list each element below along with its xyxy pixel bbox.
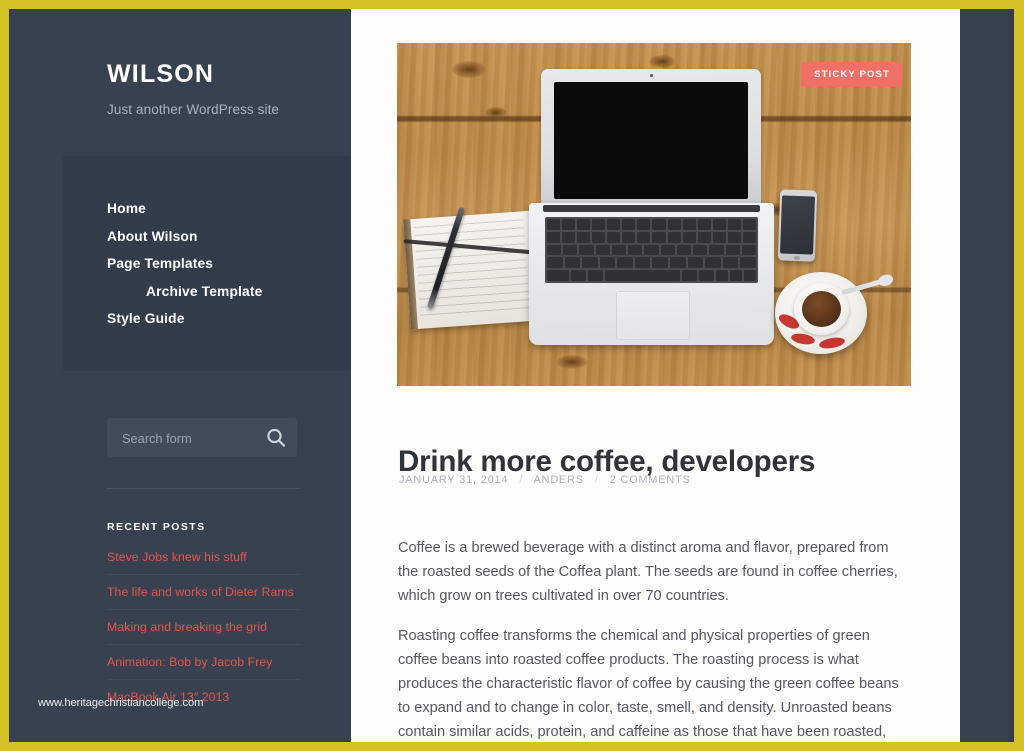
coffee-saucer bbox=[775, 272, 887, 354]
site-title[interactable]: WILSON bbox=[107, 60, 214, 89]
laptop-base bbox=[529, 203, 774, 345]
post-paragraph: Coffee is a brewed beverage with a disti… bbox=[398, 539, 898, 604]
nav-item-archive-template[interactable]: Archive Template bbox=[107, 284, 262, 299]
frame-border-top bbox=[0, 0, 1024, 9]
watermark-text: www.heritagechristiancollege.com bbox=[38, 697, 204, 709]
post-paragraph: Roasting coffee transforms the chemical … bbox=[398, 627, 899, 751]
frame-border-left bbox=[0, 0, 9, 751]
laptop-hinge bbox=[543, 205, 760, 212]
smartphone-screen bbox=[780, 195, 816, 255]
wood-knot-icon bbox=[557, 355, 587, 369]
laptop-lid bbox=[541, 69, 761, 206]
main-content: STICKY POST Drink more coffee, developer… bbox=[351, 5, 960, 751]
list-item[interactable]: Making and breaking the grid bbox=[107, 609, 300, 644]
wood-knot-icon bbox=[485, 107, 507, 118]
recent-posts-heading: RECENT POSTS bbox=[107, 521, 206, 533]
nav-item-home[interactable]: Home bbox=[107, 201, 262, 216]
keyboard-row bbox=[547, 219, 756, 230]
nav-item-style-guide[interactable]: Style Guide bbox=[107, 311, 262, 326]
meta-separator: / bbox=[519, 474, 524, 486]
keyboard-row bbox=[547, 270, 756, 281]
recent-posts-list: Steve Jobs knew his stuff The life and w… bbox=[107, 550, 300, 714]
search-submit-button[interactable] bbox=[265, 426, 289, 450]
search-form bbox=[107, 418, 297, 459]
post-meta: JANUARY 31, 2014 / ANDERS / 2 COMMENTS bbox=[399, 474, 691, 486]
laptop-trackpad bbox=[615, 291, 690, 340]
wood-knot-icon bbox=[649, 55, 675, 68]
meta-separator: / bbox=[594, 474, 599, 486]
notebook-object bbox=[403, 210, 541, 330]
laptop-keyboard bbox=[545, 217, 758, 283]
browser-viewport: WILSON Just another WordPress site Home … bbox=[0, 0, 1024, 751]
nav-item-about-wilson[interactable]: About Wilson bbox=[107, 229, 262, 244]
wood-knot-icon bbox=[452, 61, 486, 78]
post-comments-link[interactable]: 2 COMMENTS bbox=[610, 474, 691, 486]
coffee-liquid bbox=[802, 291, 841, 327]
site-description: Just another WordPress site bbox=[107, 102, 280, 117]
status-badge[interactable]: STICKY POST bbox=[801, 62, 902, 87]
list-item[interactable]: The life and works of Dieter Rams bbox=[107, 574, 300, 609]
nav-item-page-templates[interactable]: Page Templates bbox=[107, 256, 262, 271]
keyboard-row bbox=[547, 244, 756, 256]
right-gutter bbox=[960, 5, 1014, 746]
smartphone-object bbox=[777, 189, 818, 262]
site-sidebar: WILSON Just another WordPress site Home … bbox=[9, 5, 351, 746]
post-author[interactable]: ANDERS bbox=[534, 474, 584, 486]
smartphone-home-button bbox=[793, 255, 800, 261]
webcam-icon bbox=[649, 74, 653, 77]
laptop-screen bbox=[554, 82, 748, 199]
frame-border-right bbox=[1014, 0, 1024, 751]
search-input[interactable] bbox=[120, 418, 259, 459]
keyboard-row bbox=[547, 231, 756, 243]
search-icon bbox=[267, 428, 286, 447]
list-item[interactable]: Steve Jobs knew his stuff bbox=[107, 550, 300, 574]
saucer-pattern bbox=[790, 331, 816, 347]
frame-border-bottom bbox=[0, 742, 1024, 751]
post-date[interactable]: JANUARY 31, 2014 bbox=[399, 474, 508, 486]
keyboard-row bbox=[547, 257, 756, 269]
primary-navigation: Home About Wilson Page Templates Archive… bbox=[107, 201, 262, 339]
saucer-pattern bbox=[818, 335, 846, 351]
list-item[interactable]: Animation: Bob by Jacob Frey bbox=[107, 644, 300, 679]
sidebar-divider bbox=[107, 488, 300, 489]
featured-image[interactable]: STICKY POST bbox=[397, 43, 911, 386]
